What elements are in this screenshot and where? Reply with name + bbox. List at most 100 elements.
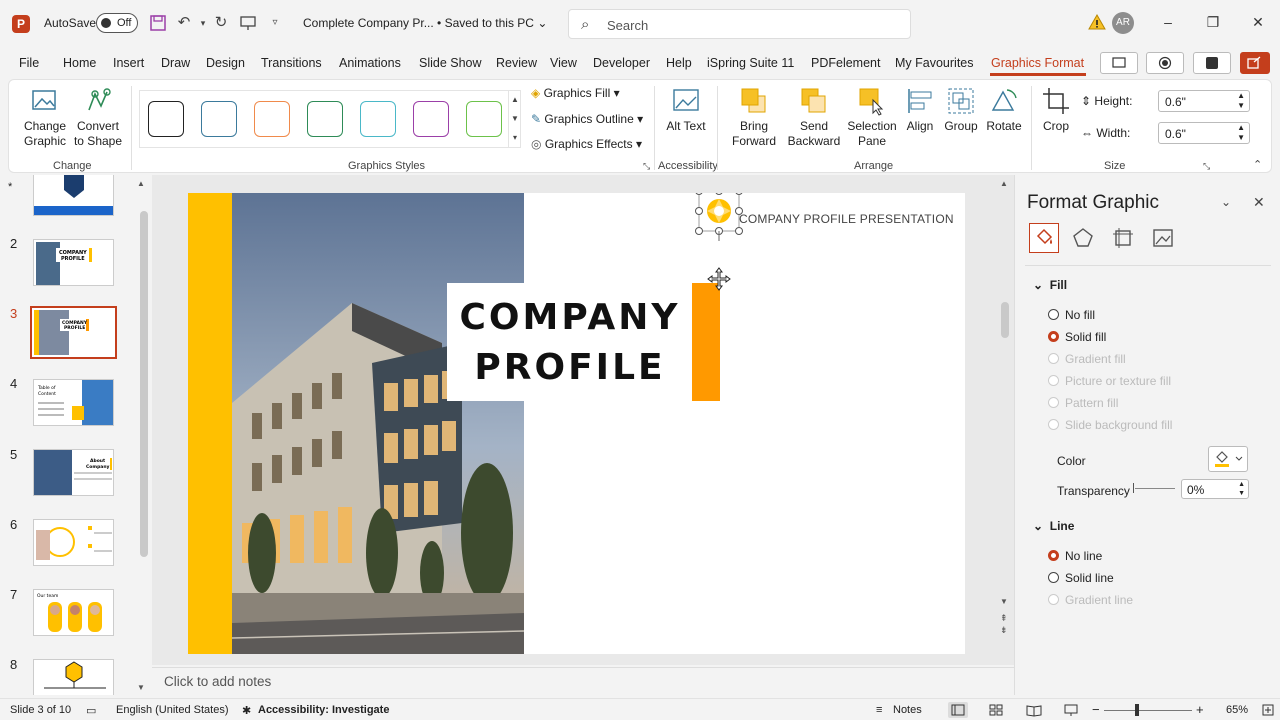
send-backward-button[interactable]: Send Backward [785,86,843,149]
building-photo[interactable] [232,193,524,654]
menu-my-favourites[interactable]: My Favourites [895,56,974,70]
no-line-label[interactable]: No line [1065,549,1102,563]
undo-dropdown-icon[interactable]: ▾ [193,13,213,33]
change-graphic-button[interactable]: Change Graphic [19,86,71,149]
height-input[interactable]: 0.6" ▲ ▼ [1158,90,1250,112]
thumbs-scrollbar[interactable] [140,211,148,557]
canvas-scroll-down-icon[interactable]: ▼ [1000,597,1008,606]
transparency-slider[interactable] [1135,488,1175,489]
solid-line-radio[interactable] [1048,572,1059,583]
fill-section-header[interactable]: ⌄ Fill [1033,278,1067,292]
crop-button[interactable]: Crop [1039,86,1073,134]
menu-ispring[interactable]: iSpring Suite 11 [707,56,794,70]
reading-view-icon[interactable] [1024,702,1044,718]
zoom-slider-thumb[interactable] [1135,704,1139,716]
rotate-button[interactable]: Rotate [983,86,1025,134]
group-button[interactable]: Group [941,86,981,134]
menu-developer[interactable]: Developer [593,56,650,70]
no-fill-radio[interactable] [1048,309,1059,320]
title-box[interactable]: COMPANY PROFILE [447,283,693,401]
notes-pane[interactable]: Click to add notes [152,667,1014,695]
save-icon[interactable] [148,13,168,33]
slide-thumbnail-4[interactable]: Table of Content [33,379,114,426]
size-properties-tab-icon[interactable] [1111,226,1135,250]
slide-thumbnail-3[interactable]: COMPANY PROFILE [30,306,117,359]
slide-subtitle[interactable]: COMPANY PROFILE PRESENTATION [739,212,954,226]
zoom-level[interactable]: 65% [1226,704,1248,716]
fit-to-window-icon[interactable] [1260,702,1276,718]
transparency-input[interactable]: 0% ▲ ▼ [1181,479,1249,499]
height-spinner[interactable]: ▲ ▼ [1237,91,1245,111]
menu-slide-show[interactable]: Slide Show [419,56,482,70]
menu-animations[interactable]: Animations [339,56,401,70]
redo-icon[interactable]: ↻ [211,13,231,33]
present-icon[interactable] [238,13,258,33]
collapse-ribbon-icon[interactable]: ⌃ [1253,158,1262,171]
menu-help[interactable]: Help [666,56,692,70]
style-swatch-3[interactable] [254,101,290,137]
styles-dialog-launcher-icon[interactable]: ⤡ [643,161,650,172]
width-spinner[interactable]: ▲ ▼ [1237,123,1245,143]
canvas-scrollbar[interactable] [1001,302,1009,338]
align-button[interactable]: Align [901,86,939,134]
alt-text-button[interactable]: Alt Text [665,86,707,134]
customize-toolbar-icon[interactable]: ▿ [265,13,285,33]
graphics-fill-button[interactable]: ◈ Graphics Fill ▾ [531,86,620,100]
language-indicator[interactable]: English (United States) [116,704,229,716]
spell-check-icon[interactable]: ▭ [86,704,96,717]
slide-thumbnail-8[interactable] [33,659,114,695]
menu-view[interactable]: View [550,56,577,70]
slide-sorter-icon[interactable] [986,702,1006,718]
slide-canvas[interactable]: COMPANY PROFILE COMPANY PROFILE PRESENTA… [188,193,965,654]
autosave-toggle[interactable]: Off [96,13,138,33]
close-icon[interactable]: ✕ [1248,12,1268,32]
menu-transitions[interactable]: Transitions [261,56,322,70]
menu-pdfelement[interactable]: PDFelement [811,56,880,70]
pane-options-icon[interactable]: ⌄ [1221,195,1231,209]
user-avatar[interactable]: AR [1112,12,1134,34]
zoom-in-icon[interactable]: + [1196,702,1204,717]
undo-icon[interactable]: ↶ [174,13,194,33]
menu-home[interactable]: Home [63,56,96,70]
width-input[interactable]: 0.6" ▲ ▼ [1158,122,1250,144]
style-swatch-6[interactable] [413,101,449,137]
bring-forward-button[interactable]: Bring Forward [725,86,783,149]
notes-toggle[interactable]: Notes [893,704,922,716]
document-title[interactable]: Complete Company Pr... • Saved to this P… [303,16,547,30]
comments-button[interactable] [1100,52,1138,74]
picture-tab-icon[interactable] [1151,226,1175,250]
graphics-effects-button[interactable]: ◎ Graphics Effects ▾ [531,137,642,151]
slideshow-view-icon[interactable] [1061,702,1081,718]
restore-icon[interactable]: ❐ [1203,12,1223,32]
style-swatch-7[interactable] [466,101,502,137]
graphics-outline-button[interactable]: ✎ Graphics Outline ▾ [531,112,643,126]
solid-fill-label[interactable]: Solid fill [1065,330,1106,344]
gallery-scroll[interactable]: ▲ ▼ ▾ [508,90,521,148]
slide-title[interactable]: COMPANY PROFILE [447,293,693,393]
solid-line-label[interactable]: Solid line [1065,571,1114,585]
thumbs-scroll-down-icon[interactable]: ▼ [137,683,145,692]
menu-design[interactable]: Design [206,56,245,70]
teams-button[interactable] [1193,52,1231,74]
no-fill-label[interactable]: No fill [1065,308,1095,322]
slide-thumbnail-6[interactable] [33,519,114,566]
style-swatch-2[interactable] [201,101,237,137]
slide-thumbnail-2[interactable]: COMPANY PROFILE [33,239,114,286]
zoom-out-icon[interactable]: − [1092,702,1100,717]
convert-to-shape-button[interactable]: Convert to Shape [73,86,123,149]
transparency-spinner[interactable]: ▲ ▼ [1238,480,1245,498]
transparency-slider-thumb[interactable] [1133,483,1134,493]
menu-file[interactable]: File [19,56,39,70]
color-picker-button[interactable] [1208,446,1248,472]
style-swatch-1[interactable] [148,101,184,137]
yellow-side-bar[interactable] [188,193,232,654]
menu-draw[interactable]: Draw [161,56,190,70]
accessibility-status[interactable]: Accessibility: Investigate [258,704,389,716]
share-button[interactable] [1240,52,1270,74]
prev-next-slide-icon[interactable]: ⇞ ⇟ [1000,612,1008,636]
menu-review[interactable]: Review [496,56,537,70]
effects-tab-icon[interactable] [1071,226,1095,250]
record-button[interactable] [1146,52,1184,74]
thumbs-scroll-up-icon[interactable]: ▲ [137,179,145,188]
normal-view-icon[interactable] [948,702,968,718]
